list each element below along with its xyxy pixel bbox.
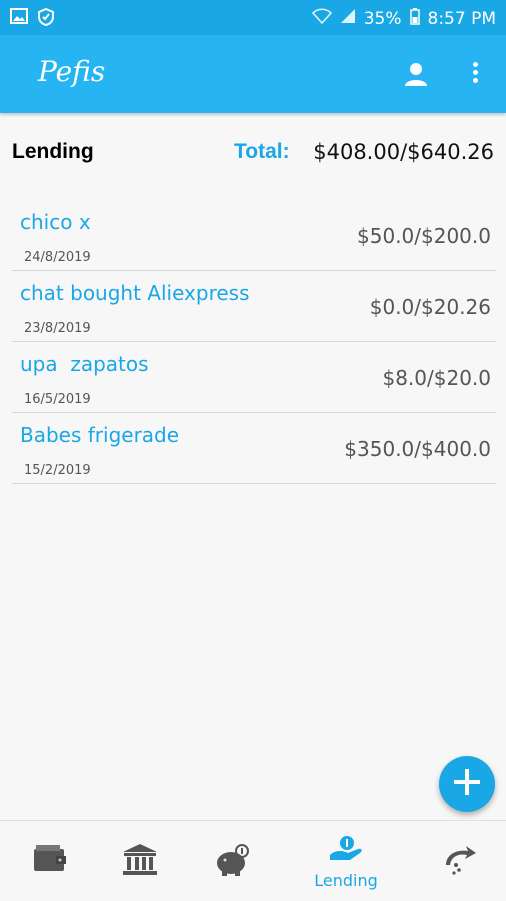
summary-row: Lending Total: $408.00/$640.26 bbox=[0, 130, 506, 174]
list-item[interactable]: upa zapatos 16/5/2019 $8.0/$20.0 bbox=[12, 342, 496, 413]
item-date: 24/8/2019 bbox=[24, 250, 91, 265]
bottom-nav: Lending bbox=[0, 820, 506, 901]
item-amount: $8.0/$20.0 bbox=[382, 366, 491, 390]
piggy-bank-icon bbox=[217, 844, 249, 876]
total-label: Total: bbox=[234, 140, 290, 163]
battery-percent: 35% bbox=[363, 8, 402, 29]
item-amount: $350.0/$400.0 bbox=[344, 437, 491, 461]
item-amount: $0.0/$20.26 bbox=[369, 295, 491, 319]
lending-list: chico x 24/8/2019 $50.0/$200.0 chat boug… bbox=[12, 200, 496, 484]
item-name: chico x bbox=[20, 210, 91, 234]
nav-item-lending[interactable]: Lending bbox=[296, 821, 396, 901]
profile-icon[interactable] bbox=[404, 62, 428, 91]
nav-item-wallet[interactable] bbox=[0, 821, 100, 901]
bank-icon bbox=[123, 844, 157, 875]
item-date: 15/2/2019 bbox=[24, 463, 91, 478]
item-date: 16/5/2019 bbox=[24, 392, 91, 407]
wifi-icon bbox=[311, 8, 332, 29]
list-item[interactable]: Babes frigerade 15/2/2019 $350.0/$400.0 bbox=[12, 413, 496, 484]
image-icon bbox=[10, 8, 28, 31]
app-title: Pefis bbox=[38, 55, 106, 88]
more-vert-icon[interactable] bbox=[468, 60, 482, 88]
add-button[interactable] bbox=[439, 756, 495, 812]
add-icon bbox=[452, 767, 482, 802]
battery-icon bbox=[409, 7, 420, 30]
total-value: $408.00/$640.26 bbox=[313, 140, 494, 164]
item-name: upa zapatos bbox=[20, 352, 149, 376]
item-date: 23/8/2019 bbox=[24, 321, 91, 336]
item-amount: $50.0/$200.0 bbox=[357, 224, 491, 248]
item-name: chat bought Aliexpress bbox=[20, 281, 250, 305]
app-bar: Pefis bbox=[0, 35, 506, 113]
nav-label-lending: Lending bbox=[314, 871, 378, 890]
list-item[interactable]: chico x 24/8/2019 $50.0/$200.0 bbox=[12, 200, 496, 271]
section-label: Lending bbox=[12, 140, 94, 163]
nav-item-bank[interactable] bbox=[90, 821, 190, 901]
nav-item-savings[interactable] bbox=[183, 821, 283, 901]
clock: 8:57 PM bbox=[427, 8, 497, 29]
list-item[interactable]: chat bought Aliexpress 23/8/2019 $0.0/$2… bbox=[12, 271, 496, 342]
signal-icon bbox=[340, 8, 356, 29]
item-name: Babes frigerade bbox=[20, 423, 180, 447]
wallet-icon bbox=[34, 845, 66, 871]
status-bar: 35% 8:57 PM bbox=[0, 0, 506, 35]
money-transfer-icon bbox=[446, 846, 476, 875]
nav-item-transfer[interactable] bbox=[410, 821, 506, 901]
shield-icon bbox=[38, 7, 54, 31]
lending-hand-icon bbox=[330, 836, 362, 860]
